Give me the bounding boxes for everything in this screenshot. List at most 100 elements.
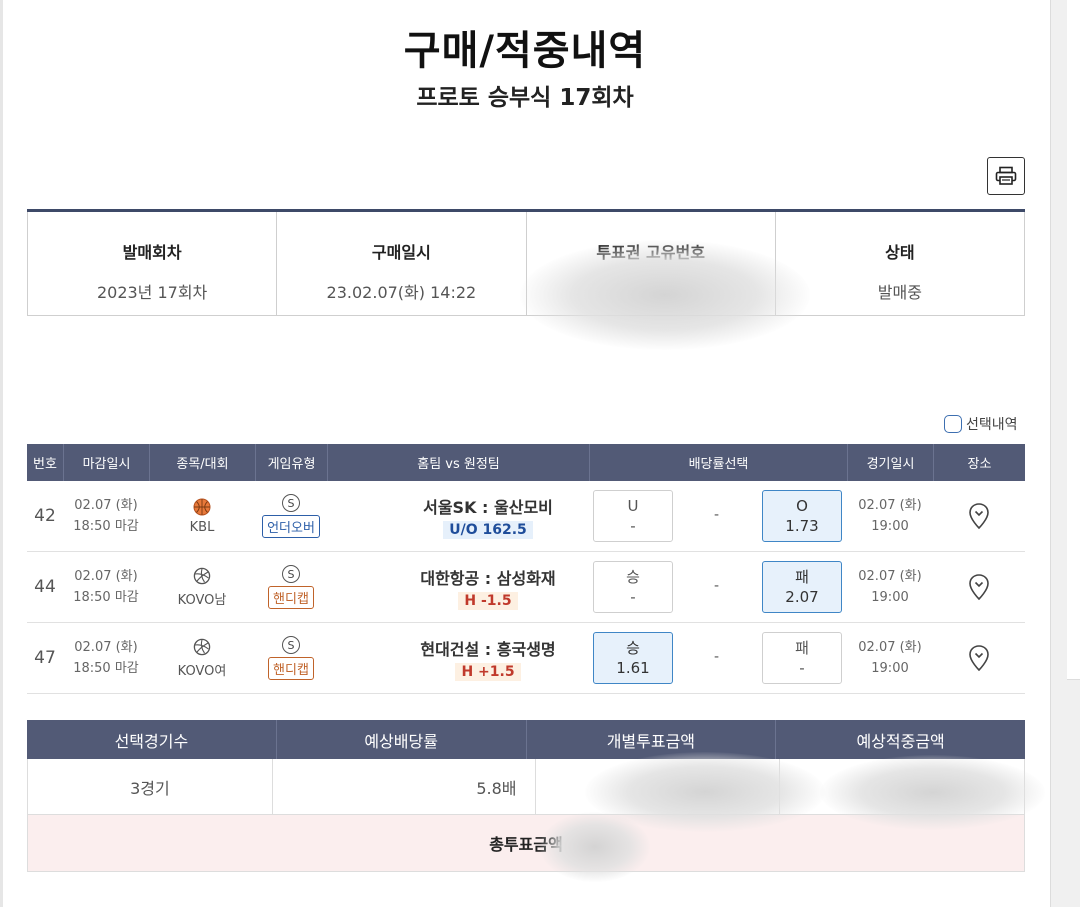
row-game-type: S 언더오버: [255, 481, 327, 551]
info-purchase-value: 23.02.07(화) 14:22: [326, 283, 477, 302]
single-badge: S: [282, 636, 300, 654]
selection-detail-checkbox[interactable]: [944, 415, 962, 433]
col-header: 배당률선택: [589, 444, 847, 481]
match-date: 02.07 (화): [858, 640, 922, 655]
row-odds: 승 - - 패 2.07: [589, 552, 847, 622]
row-odds: 승 1.61 - 패 -: [589, 623, 847, 693]
odds-left-top: 승: [626, 639, 640, 657]
odds-left-bottom: -: [630, 588, 636, 606]
sport-name: KOVO여: [177, 663, 227, 679]
game-type-tag: 핸디캡: [268, 657, 314, 680]
summary-odds-value: 5.8배: [271, 759, 535, 814]
row-game-type: S 핸디캡: [255, 552, 327, 622]
col-header: 마감일시: [63, 444, 149, 481]
table-row: 44 02.07 (화) 18:50 마감 KOVO남 S 핸디캡 대한항공 :…: [27, 552, 1025, 623]
deadline-date: 02.07 (화): [74, 640, 138, 655]
odds-right-bottom: 2.07: [785, 588, 819, 606]
printer-icon: [995, 166, 1017, 185]
odds-right-top: 패: [795, 568, 809, 586]
deadline-time: 18:50 마감: [73, 590, 139, 605]
odds-option-left[interactable]: 승 -: [593, 561, 673, 613]
info-status: 상태 발매중: [774, 212, 1025, 315]
sport-name: KOVO남: [177, 592, 227, 608]
summary-header: 선택경기수 예상배당률 개별투표금액 예상적중금액: [27, 720, 1025, 759]
row-number: 44: [34, 577, 56, 597]
match-date: 02.07 (화): [858, 498, 922, 513]
page-title: 구매/적중내역: [403, 28, 647, 74]
summary-games-value: 3경기: [130, 778, 170, 798]
row-place: [933, 623, 1025, 693]
basketball-icon: [193, 498, 211, 515]
handicap-line: U/O 162.5: [443, 520, 533, 539]
odds-right-bottom: 1.73: [785, 517, 819, 535]
right-scroll-gutter: [1050, 0, 1080, 907]
odds-draw: -: [714, 649, 720, 665]
odds-option-left[interactable]: 승 1.61: [593, 632, 673, 684]
odds-option-right[interactable]: 패 2.07: [762, 561, 842, 613]
redaction-blur: [540, 812, 650, 882]
row-deadline: 02.07 (화) 18:50 마감: [63, 481, 149, 551]
odds-right-bottom: -: [799, 659, 805, 677]
odds-draw: -: [714, 507, 720, 523]
row-sport: KOVO여: [149, 623, 255, 693]
redaction-blur: [520, 240, 810, 350]
col-header: 게임유형: [255, 444, 327, 481]
match-table-header: 번호 마감일시 종목/대회 게임유형 홈팀 vs 원정팀 배당률선택 경기일시 …: [27, 444, 1025, 481]
row-deadline: 02.07 (화) 18:50 마감: [63, 552, 149, 622]
odds-option-right[interactable]: O 1.73: [762, 490, 842, 542]
location-pin-icon[interactable]: [968, 573, 990, 601]
row-place: [933, 552, 1025, 622]
row-match-date: 02.07 (화) 19:00: [847, 552, 933, 622]
odds-option-right[interactable]: 패 -: [762, 632, 842, 684]
row-teams: 대한항공 : 삼성화재 H -1.5: [327, 552, 589, 622]
col-header: 홈팀 vs 원정팀: [327, 444, 589, 481]
game-type-tag: 언더오버: [262, 515, 320, 538]
col-header: 번호: [33, 457, 57, 472]
teams-label: 현대건설 : 흥국생명: [420, 639, 556, 659]
row-sport: KBL: [149, 481, 255, 551]
odds-left-bottom: 1.61: [616, 659, 650, 677]
volleyball-icon: [193, 567, 211, 584]
selection-detail-toggle[interactable]: 선택내역: [944, 414, 1018, 434]
summary-col-header: 예상배당률: [275, 720, 526, 759]
row-deadline: 02.07 (화) 18:50 마감: [63, 623, 149, 693]
print-button[interactable]: [987, 157, 1025, 195]
odds-draw: -: [714, 578, 720, 594]
location-pin-icon[interactable]: [968, 502, 990, 530]
deadline-date: 02.07 (화): [74, 498, 138, 513]
match-time: 19:00: [871, 519, 909, 534]
table-row: 47 02.07 (화) 18:50 마감 KOVO여 S 핸디캡 현대건설 :…: [27, 623, 1025, 694]
col-header: 장소: [933, 444, 1025, 481]
odds-left-top: 승: [626, 568, 640, 586]
deadline-time: 18:50 마감: [73, 519, 139, 534]
match-date: 02.07 (화): [858, 569, 922, 584]
col-header: 종목/대회: [149, 444, 255, 481]
handicap-line: H +1.5: [455, 662, 521, 681]
deadline-date: 02.07 (화): [74, 569, 138, 584]
row-teams: 현대건설 : 흥국생명 H +1.5: [327, 623, 589, 693]
location-pin-icon[interactable]: [968, 644, 990, 672]
info-purchase-date: 구매일시 23.02.07(화) 14:22: [276, 212, 525, 315]
single-badge: S: [282, 494, 300, 512]
info-status-label: 상태: [885, 243, 915, 262]
odds-right-top: 패: [795, 639, 809, 657]
row-place: [933, 481, 1025, 551]
row-number: 47: [34, 648, 56, 668]
info-round: 발매회차 2023년 17회차: [27, 212, 276, 315]
selection-detail-label: 선택내역: [966, 417, 1018, 433]
page-subtitle: 프로토 승부식 17회차: [416, 85, 634, 111]
odds-left-top: U: [627, 497, 639, 515]
summary-col-header: 예상적중금액: [775, 720, 1025, 759]
row-sport: KOVO남: [149, 552, 255, 622]
odds-left-bottom: -: [630, 517, 636, 535]
game-type-tag: 핸디캡: [268, 586, 314, 609]
info-purchase-label: 구매일시: [371, 243, 431, 262]
row-match-date: 02.07 (화) 19:00: [847, 623, 933, 693]
match-time: 19:00: [871, 661, 909, 676]
row-number: 42: [34, 506, 56, 526]
handicap-line: H -1.5: [458, 591, 518, 610]
odds-option-left[interactable]: U -: [593, 490, 673, 542]
info-round-label: 발매회차: [122, 243, 182, 262]
table-row: 42 02.07 (화) 18:50 마감 KBL S 언더오버 서울SK : …: [27, 481, 1025, 552]
odds-right-top: O: [796, 497, 808, 515]
